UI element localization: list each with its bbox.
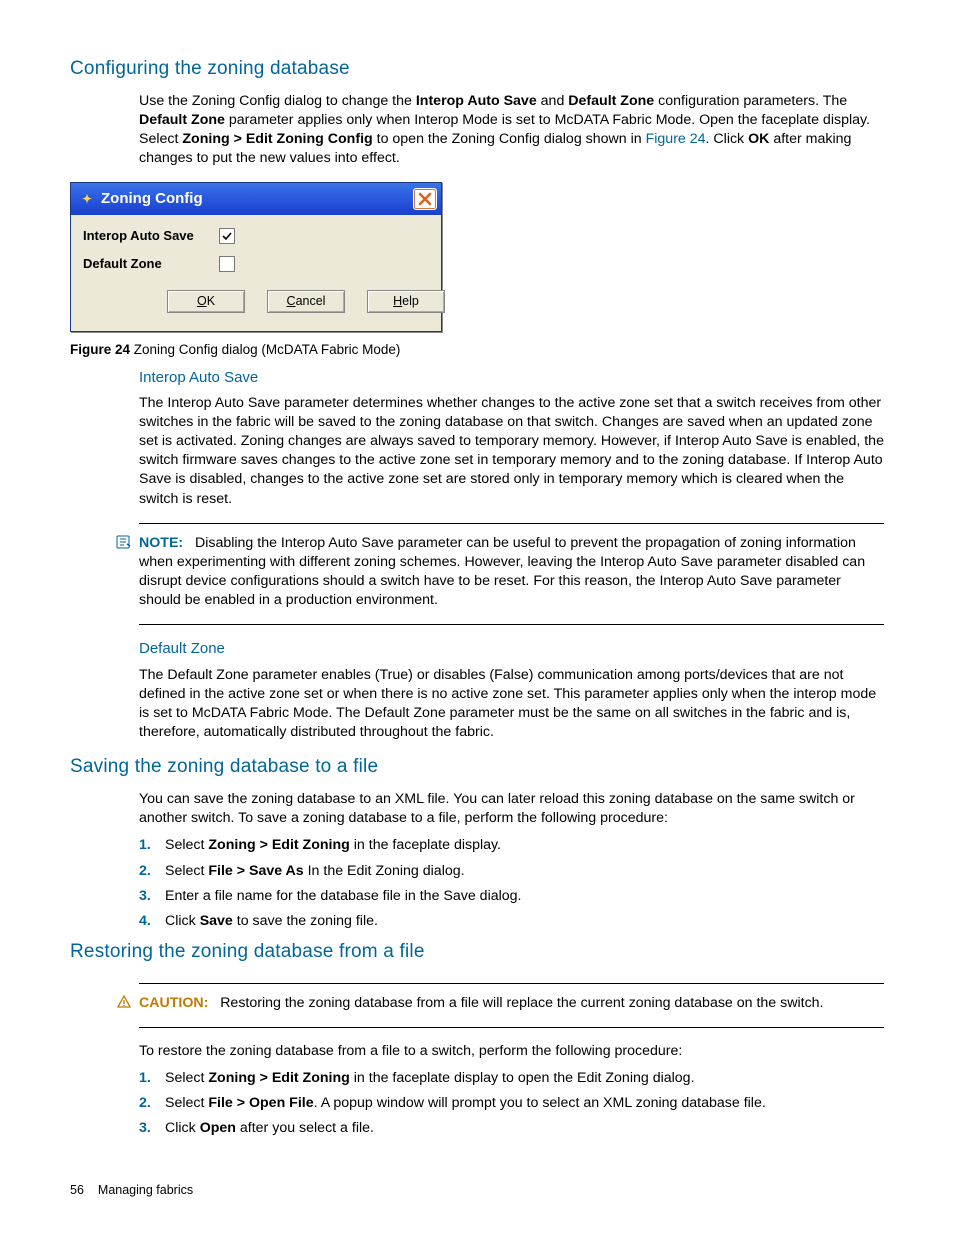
list-item: 1.Select Zoning > Edit Zoning in the fac… [139,836,884,855]
label-default-zone: Default Zone [83,255,203,273]
page-footer: 56 Managing fabrics [70,1182,193,1199]
zoning-config-dialog: ✦ Zoning Config Interop Auto Save Defaul… [70,182,442,332]
page-number: 56 [70,1183,84,1197]
page: Configuring the zoning database Use the … [0,0,954,1235]
dialog-title: Zoning Config [101,189,203,209]
list-item: 2.Select File > Open File. A popup windo… [139,1094,884,1113]
text-bold: Interop Auto Save [416,93,537,109]
section-restoring: To restore the zoning database from a fi… [139,1042,884,1139]
text: Select [165,1070,208,1086]
row-interop-auto-save: Interop Auto Save [83,227,429,245]
text: . Click [706,131,749,147]
figure-caption-text: Zoning Config dialog (McDATA Fabric Mode… [130,342,400,357]
text: to open the Zoning Config dialog shown i… [373,131,646,147]
text-bold: Save [200,913,233,929]
text-bold: Zoning > Edit Zoning [208,837,349,853]
caution-icon [115,994,133,1015]
text: after you select a file. [236,1120,374,1136]
app-icon: ✦ [79,191,95,207]
close-icon [418,192,432,206]
caution-body: Restoring the zoning database from a fil… [220,995,823,1011]
checkbox-interop-auto-save[interactable] [219,228,235,244]
text: configuration parameters. The [654,93,847,109]
note-body: Disabling the Interop Auto Save paramete… [139,535,865,609]
heading-interop-auto-save: Interop Auto Save [139,368,884,388]
chapter-title: Managing fabrics [98,1183,193,1197]
help-button[interactable]: Help [367,290,445,313]
text-bold: Zoning > Edit Zoning Config [182,131,372,147]
note-label: NOTE: [139,535,183,551]
text-bold: Zoning > Edit Zoning [208,1070,349,1086]
caution-container: CAUTION: Restoring the zoning database f… [139,983,884,1028]
note-admonition: NOTE: Disabling the Interop Auto Save pa… [139,523,884,626]
default-zone-body: The Default Zone parameter enables (True… [139,666,884,743]
close-button[interactable] [413,188,437,210]
text: Click [165,913,200,929]
figure-label: Figure 24 [70,342,130,357]
list-item: 3.Enter a file name for the database fil… [139,887,884,906]
list-item: 3.Click Open after you select a file. [139,1119,884,1138]
intro-paragraph: Use the Zoning Config dialog to change t… [139,92,884,169]
text: Select [165,1095,208,1111]
restoring-intro: To restore the zoning database from a fi… [139,1042,884,1061]
text-bold: Default Zone [568,93,654,109]
dialog-button-row: OK Cancel Help [83,282,429,325]
text: . A popup window will prompt you to sele… [314,1095,766,1111]
note-container: NOTE: Disabling the Interop Auto Save pa… [139,523,884,626]
figure-caption: Figure 24 Zoning Config dialog (McDATA F… [70,341,884,359]
text: in the faceplate display to open the Edi… [350,1070,695,1086]
text: in the faceplate display. [350,837,501,853]
heading-restoring: Restoring the zoning database from a fil… [70,939,884,965]
text: Select [165,837,208,853]
text-bold: Default Zone [139,112,225,128]
label-interop-auto-save: Interop Auto Save [83,227,203,245]
dialog-titlebar: ✦ Zoning Config [71,183,441,215]
caution-label: CAUTION: [139,995,208,1011]
text: Use the Zoning Config dialog to change t… [139,93,416,109]
text: Select [165,863,208,879]
text-bold: OK [748,131,769,147]
ok-button[interactable]: OK [167,290,245,313]
text-bold: File > Save As [208,863,303,879]
restoring-steps: 1.Select Zoning > Edit Zoning in the fac… [139,1069,884,1139]
heading-default-zone: Default Zone [139,639,884,659]
cancel-button[interactable]: Cancel [267,290,345,313]
saving-steps: 1.Select Zoning > Edit Zoning in the fac… [139,836,884,931]
text: Enter a file name for the database file … [165,888,522,904]
interop-body: The Interop Auto Save parameter determin… [139,394,884,509]
dialog-body: Interop Auto Save Default Zone OK Cancel… [71,215,441,331]
section-default-zone: Default Zone The Default Zone parameter … [139,639,884,742]
text-bold: Open [200,1120,236,1136]
list-item: 1.Select Zoning > Edit Zoning in the fac… [139,1069,884,1088]
text: to save the zoning file. [233,913,378,929]
saving-intro: You can save the zoning database to an X… [139,790,884,828]
heading-saving: Saving the zoning database to a file [70,754,884,780]
checkmark-icon [222,231,232,241]
text: Click [165,1120,200,1136]
note-icon [115,534,133,555]
text: In the Edit Zoning dialog. [304,863,465,879]
checkbox-default-zone[interactable] [219,256,235,272]
section-interop-auto-save: Interop Auto Save The Interop Auto Save … [139,368,884,509]
text-bold: File > Open File [208,1095,313,1111]
figure-24: ✦ Zoning Config Interop Auto Save Defaul… [70,182,884,359]
heading-configuring: Configuring the zoning database [70,56,884,82]
text: and [537,93,569,109]
list-item: 2.Select File > Save As In the Edit Zoni… [139,862,884,881]
section-saving: You can save the zoning database to an X… [139,790,884,931]
caution-admonition: CAUTION: Restoring the zoning database f… [139,983,884,1028]
figure-link[interactable]: Figure 24 [646,131,706,147]
row-default-zone: Default Zone [83,255,429,273]
list-item: 4.Click Save to save the zoning file. [139,912,884,931]
